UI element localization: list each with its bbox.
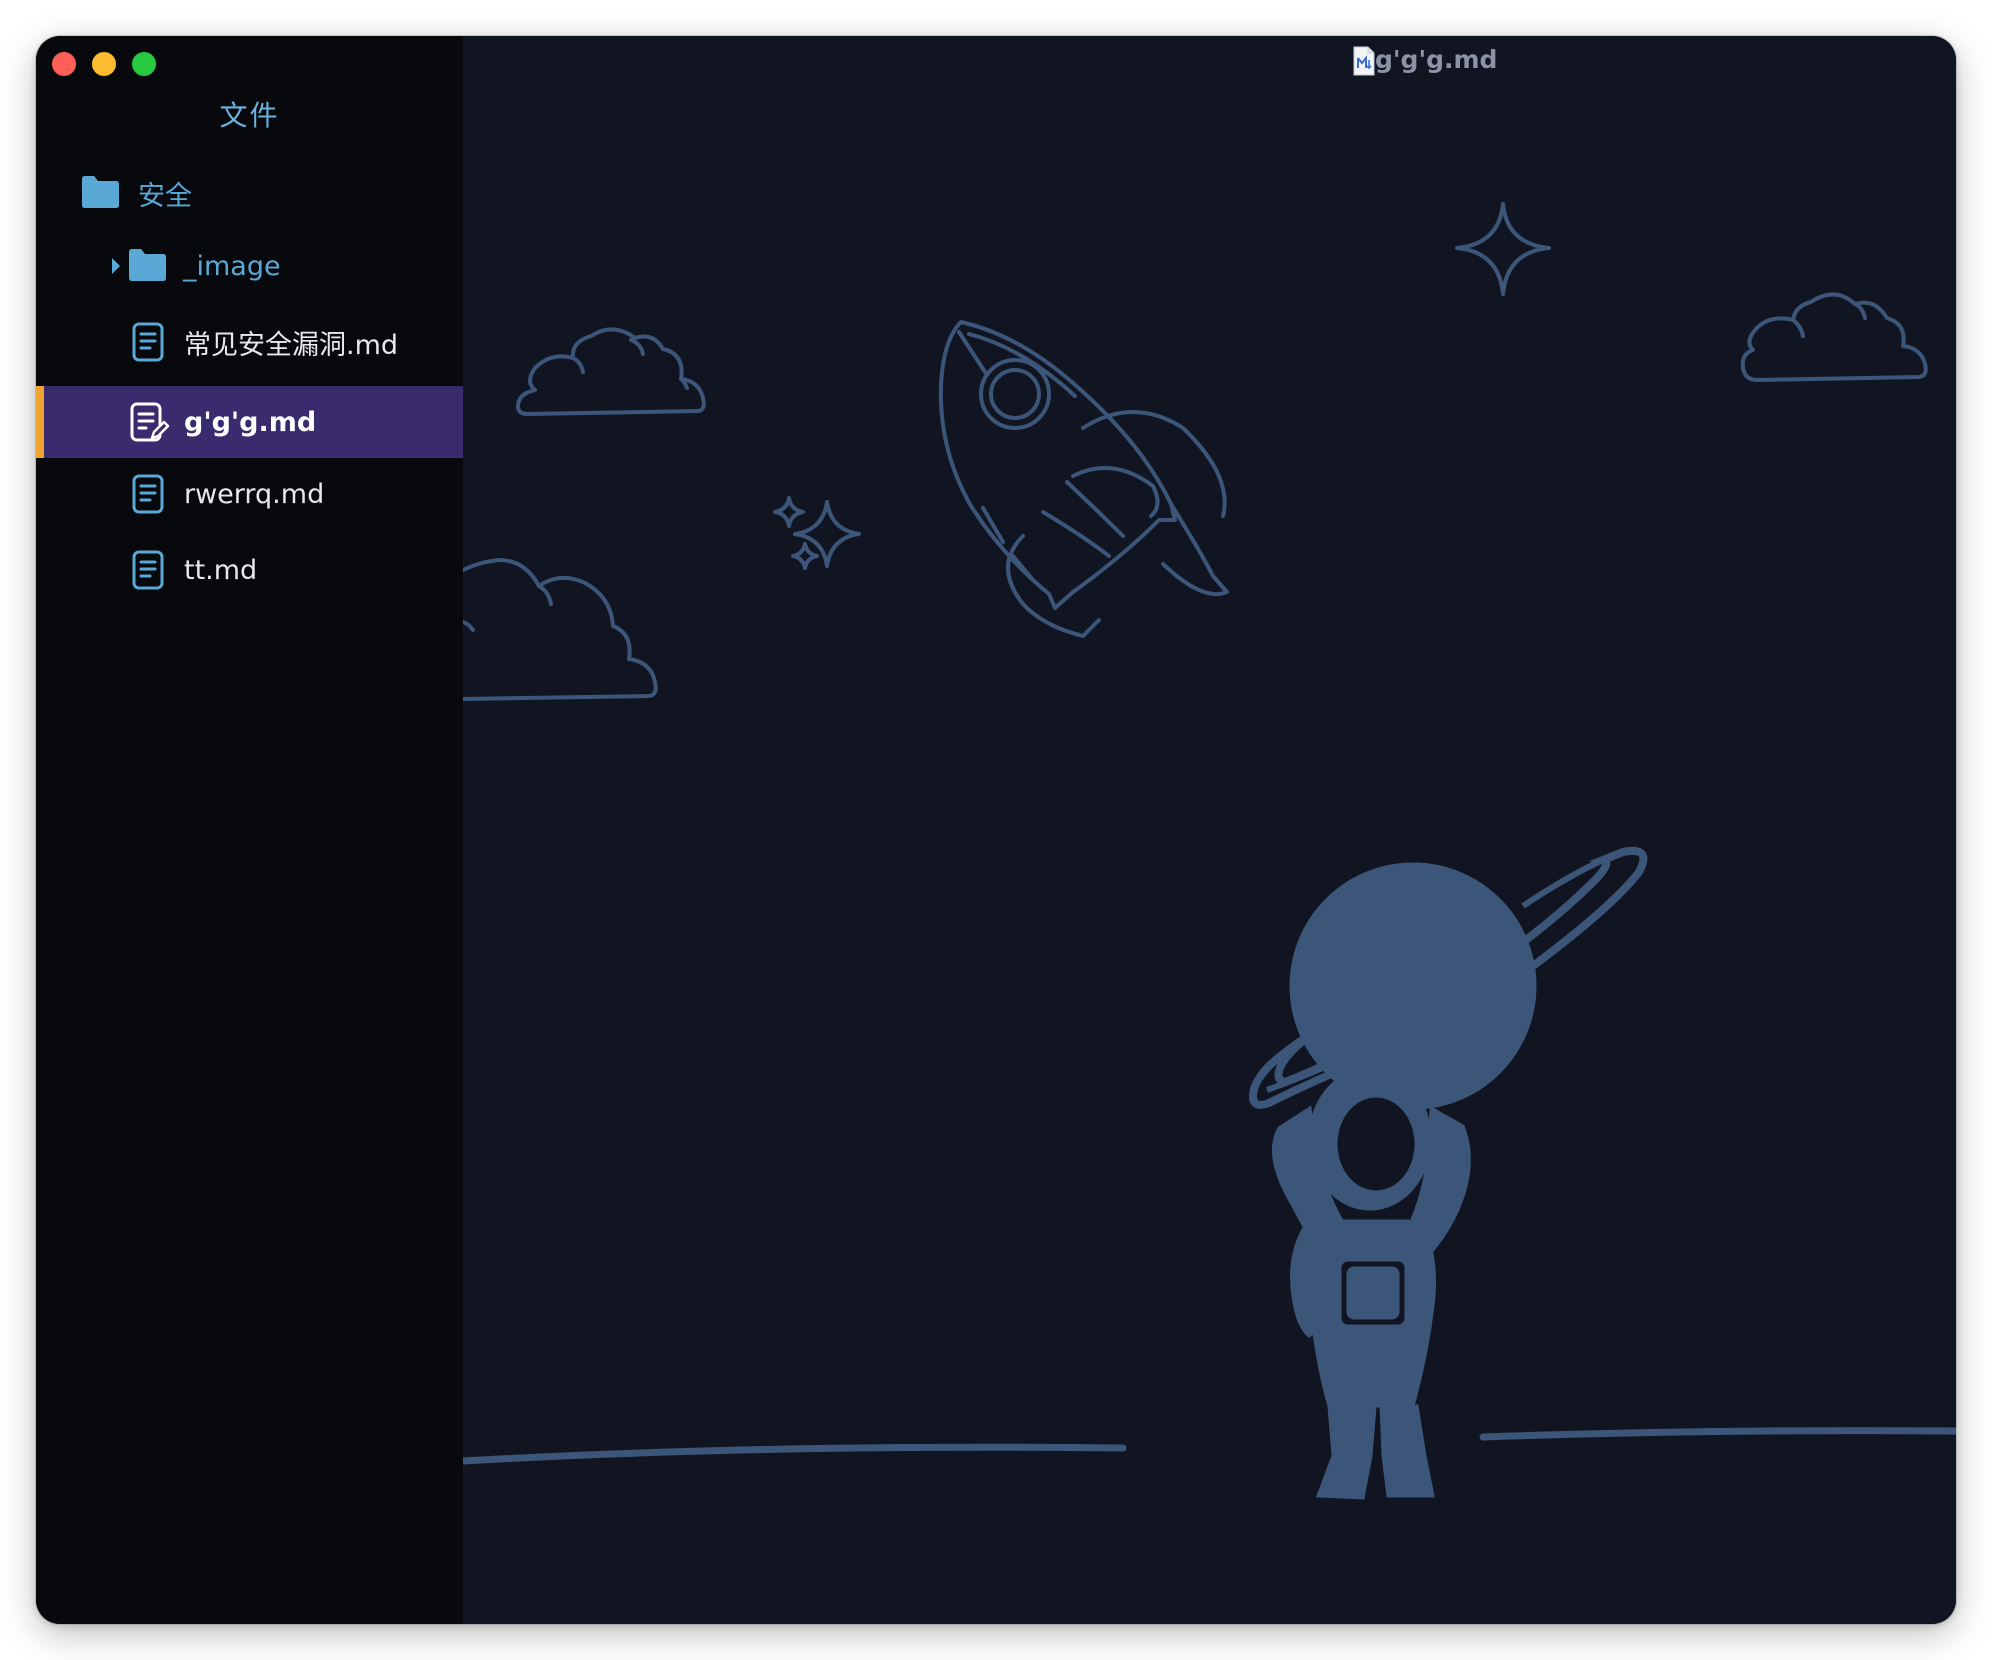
document-icon <box>132 322 164 362</box>
ground-line <box>463 1443 1127 1465</box>
tree-file-tt[interactable]: tt.md <box>36 534 463 606</box>
file-sidebar: 文件 安全 _image 常见安全漏洞.md g'g'g.md rwerrq.m… <box>36 36 463 1624</box>
document-edit-icon <box>130 402 170 442</box>
folder-icon <box>129 249 166 281</box>
tree-item-label: 常见安全漏洞.md <box>184 329 399 361</box>
caret-right-icon[interactable] <box>111 257 121 275</box>
maximize-window-button[interactable] <box>132 52 156 76</box>
tree-file-common-vulns[interactable]: 常见安全漏洞.md <box>36 306 463 378</box>
document-icon <box>132 474 164 514</box>
tree-folder-security[interactable]: 安全 <box>36 157 463 229</box>
tree-item-label: rwerrq.md <box>184 478 325 510</box>
document-icon <box>132 550 164 590</box>
tree-file-ggg[interactable]: g'g'g.md <box>36 386 463 458</box>
sidebar-title: 文件 <box>219 99 280 132</box>
astronaut-icon <box>1248 847 1648 1500</box>
minimize-window-button[interactable] <box>92 52 116 76</box>
star-icon <box>1455 202 1551 296</box>
editor-pane[interactable] <box>463 36 1956 1624</box>
cloud-icon <box>463 558 658 701</box>
ground-line <box>1479 1427 1956 1441</box>
rocket-icon <box>938 320 1229 638</box>
window-title: g'g'g.md <box>1375 45 1498 74</box>
empty-state-illustration <box>463 202 1956 1500</box>
close-window-button[interactable] <box>52 52 76 76</box>
tree-item-label: tt.md <box>184 554 258 586</box>
tree-file-rwerrq[interactable]: rwerrq.md <box>36 458 463 530</box>
cloud-icon <box>1740 292 1928 382</box>
cloud-icon <box>516 327 706 416</box>
title-bar[interactable]: g'g'g.md <box>463 36 1956 92</box>
markdown-file-icon <box>1353 46 1375 76</box>
tree-folder-image[interactable]: _image <box>36 230 463 302</box>
tree-item-label: g'g'g.md <box>184 406 317 438</box>
tree-item-label: 安全 <box>138 180 192 212</box>
tree-item-label: _image <box>183 250 281 282</box>
folder-icon <box>82 176 119 208</box>
selection-indicator <box>36 386 44 458</box>
app-window: g'g'g.md 文件 安全 _image 常见安全漏洞.md g'g'g.md… <box>36 36 1956 1624</box>
